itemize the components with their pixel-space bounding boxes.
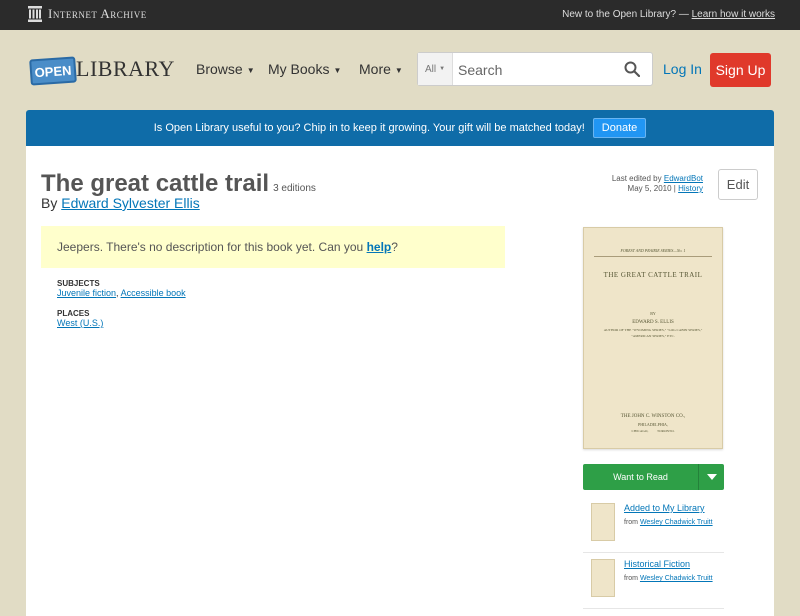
list-item: Added to My Library from Wesley Chadwick…	[583, 498, 724, 553]
search-icon[interactable]	[624, 61, 640, 77]
caret-down-icon	[706, 474, 717, 480]
last-edited-prefix: Last edited by	[611, 174, 662, 183]
book-cover[interactable]: FOREST AND PRAIRIE SERIES—No. 1 THE GREA…	[583, 227, 723, 449]
chevron-down-icon: ▼	[394, 65, 403, 75]
want-to-read-button: Want to Read	[583, 464, 724, 490]
nav-my-books[interactable]: My Books ▼	[268, 61, 341, 77]
logo-library-text: LIBRARY	[76, 56, 175, 81]
internet-archive-label: Internet Archive	[48, 6, 147, 21]
want-to-read-label[interactable]: Want to Read	[583, 464, 698, 490]
search-scope-select[interactable]: All ▼	[418, 53, 453, 85]
place-link[interactable]: West (U.S.)	[57, 318, 103, 328]
login-link[interactable]: Log In	[663, 61, 702, 77]
description-text: Jeepers. There's no description for this…	[57, 240, 364, 254]
nav-more[interactable]: More ▼	[359, 61, 403, 77]
list-from-label: from	[624, 575, 638, 582]
cover-author: EDWARD S. ELLIS	[632, 320, 674, 325]
search-box: All ▼	[417, 52, 653, 86]
author-link[interactable]: Edward Sylvester Ellis	[61, 195, 200, 211]
list-cover-thumbnail[interactable]	[591, 559, 615, 597]
open-library-logo[interactable]: OPEN LIBRARY	[28, 48, 174, 88]
places-heading: Places	[57, 309, 90, 318]
nav-more-label: More	[359, 61, 391, 77]
nav-browse[interactable]: Browse ▼	[196, 61, 255, 77]
description-box: Jeepers. There's no description for this…	[41, 226, 505, 268]
donate-message: Is Open Library useful to you? Chip in t…	[153, 122, 585, 134]
cover-rule	[594, 256, 712, 257]
list-item: Historical Fiction from Wesley Chadwick …	[583, 554, 724, 609]
work-panel: The great cattle trail 3 editions By Edwa…	[26, 146, 774, 616]
work-title-row: The great cattle trail 3 editions	[41, 170, 316, 198]
last-editor-link[interactable]: EdwardBot	[664, 174, 703, 183]
cover-publisher: THE JOHN C. WINSTON CO.,	[620, 414, 686, 419]
learn-how-link[interactable]: Learn how it works	[692, 9, 775, 20]
donate-banner: Is Open Library useful to you? Chip in t…	[26, 110, 774, 146]
cover-title: THE GREAT CATTLE TRAIL	[603, 271, 703, 279]
subjects-heading: Subjects	[57, 279, 100, 288]
last-edited-info: Last edited by EdwardBot May 5, 2010 | H…	[612, 174, 703, 194]
subject-link[interactable]: Juvenile fiction	[57, 288, 116, 298]
archive-building-icon	[28, 6, 42, 22]
editions-count: 3 editions	[273, 183, 316, 194]
list-owner-link[interactable]: Wesley Chadwick Truitt	[640, 575, 713, 582]
cover-city: PHILADELPHIA,	[638, 422, 668, 427]
cover-by: BY	[650, 311, 656, 316]
internet-archive-bar: Internet Archive New to the Open Library…	[0, 0, 800, 30]
new-user-prompt: New to the Open Library? — Learn how it …	[562, 9, 775, 20]
description-end: ?	[391, 240, 398, 254]
last-edited-date: May 5, 2010 |	[627, 184, 676, 193]
places-section: Places West (U.S.)	[57, 309, 103, 328]
by-prefix: By	[41, 195, 58, 211]
subject-link[interactable]: Accessible book	[121, 288, 186, 298]
search-scope-label: All	[424, 63, 437, 75]
cover-credit-line: AUTHOR OF THE "WYOMING SERIES," "LOG CAB…	[603, 328, 703, 332]
logo-open-sign: OPEN	[29, 56, 77, 86]
nav-browse-label: Browse	[196, 61, 243, 77]
byline: By Edward Sylvester Ellis	[41, 195, 200, 211]
new-user-text: New to the Open Library? —	[562, 9, 689, 20]
help-link[interactable]: help	[367, 240, 392, 254]
cover-credit-line: "AMERICAN SERIES," ETC.	[631, 334, 675, 338]
nav-my-books-label: My Books	[268, 61, 330, 77]
list-owner-link[interactable]: Wesley Chadwick Truitt	[640, 519, 713, 526]
site-header: OPEN LIBRARY Browse ▼ My Books ▼ More ▼ All…	[0, 30, 800, 110]
donate-button[interactable]: Donate	[592, 118, 647, 138]
list-owner: from Wesley Chadwick Truitt	[624, 574, 719, 583]
list-title-link[interactable]: Historical Fiction	[624, 559, 690, 569]
chevron-down-icon: ▼	[246, 65, 255, 75]
search-input[interactable]	[456, 57, 610, 83]
chevron-down-icon: ▼	[333, 65, 342, 75]
list-title-link[interactable]: Added to My Library	[624, 503, 705, 513]
list-cover-thumbnail[interactable]	[591, 503, 615, 541]
chevron-down-icon: ▼	[439, 66, 446, 72]
list-from-label: from	[624, 519, 638, 526]
list-owner: from Wesley Chadwick Truitt	[624, 518, 719, 527]
reading-status-dropdown[interactable]	[698, 464, 724, 490]
history-link[interactable]: History	[678, 184, 703, 193]
edit-button[interactable]: Edit	[718, 169, 758, 200]
subjects-section: Subjects Juvenile fiction, Accessible bo…	[57, 279, 186, 298]
cover-cities: CHICAGO, TORONTO.	[631, 429, 675, 433]
signup-button[interactable]: Sign Up	[710, 53, 771, 87]
cover-series: FOREST AND PRAIRIE SERIES—No. 1	[620, 248, 686, 253]
internet-archive-logo[interactable]: Internet Archive	[28, 6, 147, 22]
page-title: The great cattle trail	[41, 170, 270, 197]
